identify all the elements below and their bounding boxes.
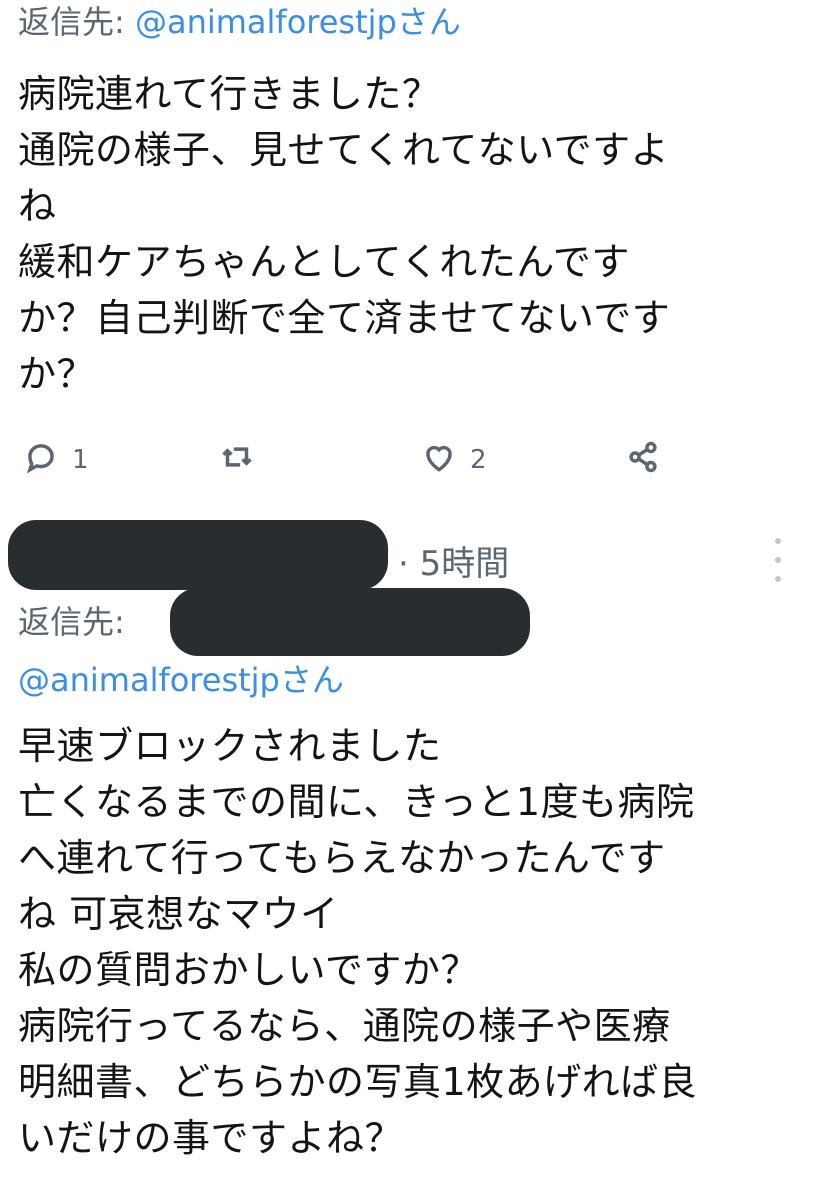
reply-count: 1	[72, 445, 89, 475]
tweet-text-line: か？自己判断で全て済ませてないです	[18, 296, 671, 340]
tweet-text-line: 通院の様子、見せてくれてないですよ	[18, 128, 670, 172]
tweet-text-line: 緩和ケアちゃんとしてくれたんです	[18, 240, 630, 284]
tweet-text-line: ね	[18, 184, 57, 228]
reply-icon	[22, 438, 60, 483]
reply-button[interactable]: 1	[22, 435, 89, 485]
tweet-body: 早速ブロックされました 亡くなるまでの間に、きっと1度も病院 へ連れて行ってもら…	[18, 718, 697, 1166]
redacted-user-name	[8, 520, 388, 590]
tweet-body: 病院連れて行きました？ 通院の様子、見せてくれてないですよ ね 緩和ケアちゃんと…	[18, 66, 670, 402]
reply-to-line: 返信先:	[18, 602, 125, 642]
redacted-reply-handle	[170, 588, 530, 656]
tweet-actions: 1 2	[0, 435, 814, 485]
retweet-icon	[218, 438, 256, 483]
tweet-text-line: 病院行ってるなら、通院の様子や医療	[18, 1004, 671, 1048]
tweet-text-line: 亡くなるまでの間に、きっと1度も病院	[18, 780, 695, 824]
tweet-text-line: いだけの事ですよね？	[18, 1116, 404, 1160]
reply-to-handle[interactable]: @animalforestjpさん	[135, 3, 461, 41]
tweet-text-line: 明細書、どちらかの写真1枚あげれば良	[18, 1060, 698, 1104]
more-vertical-icon[interactable]	[768, 538, 788, 582]
tweet-text-line: 早速ブロックされました	[18, 724, 442, 768]
reply-to-line: 返信先: @animalforestjpさん	[18, 2, 461, 42]
reply-to-handle[interactable]: @animalforestjpさん	[18, 660, 344, 700]
heart-icon	[420, 438, 458, 483]
retweet-button[interactable]	[218, 435, 256, 485]
reply-to-prefix: 返信先:	[18, 603, 125, 641]
like-button[interactable]: 2	[420, 435, 487, 485]
share-icon	[624, 438, 662, 483]
tweet-text-line: 病院連れて行きました？	[18, 72, 441, 116]
tweet-text-line: ね 可哀想なマウイ	[18, 892, 339, 936]
like-count: 2	[470, 445, 487, 475]
tweet-text-line: 私の質問おかしいですか？	[18, 948, 479, 992]
share-button[interactable]	[624, 435, 662, 485]
tweet-text-line: か？	[18, 352, 96, 396]
reply-to-prefix: 返信先:	[18, 3, 135, 41]
tweet-text-line: へ連れて行ってもらえなかったんです	[18, 836, 666, 880]
tweet-timestamp: · 5時間	[398, 544, 510, 584]
